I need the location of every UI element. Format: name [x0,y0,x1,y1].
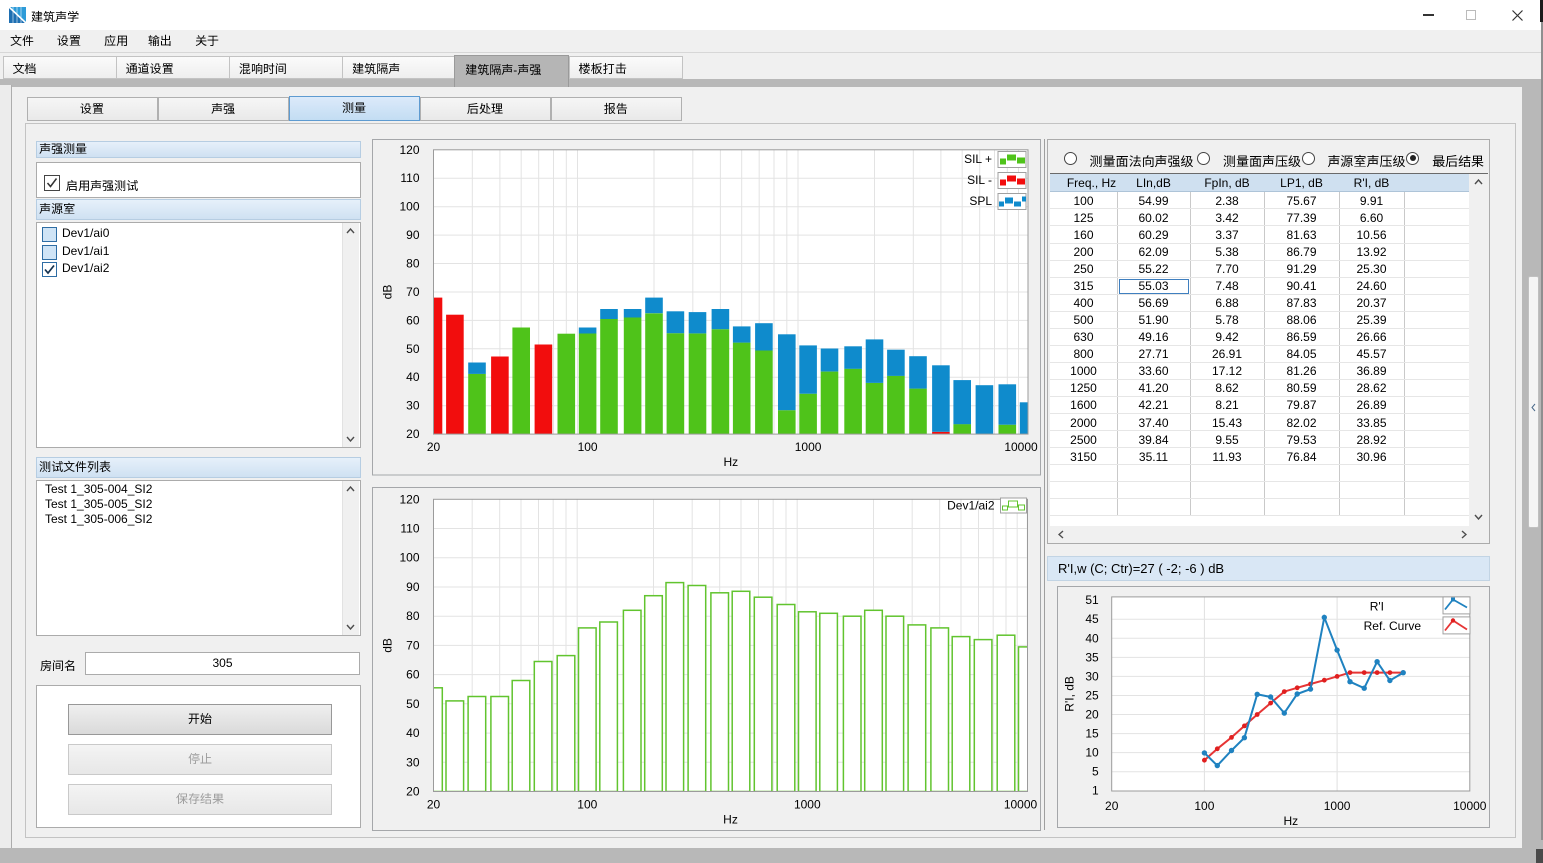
svg-text:5: 5 [1092,764,1099,778]
svg-text:10000: 10000 [1003,797,1037,811]
svg-text:35: 35 [1085,650,1099,664]
svg-text:60: 60 [406,667,420,681]
svg-text:120: 120 [399,143,419,157]
svg-text:20: 20 [426,797,440,811]
svg-text:80: 80 [406,609,420,623]
svg-text:70: 70 [406,285,420,299]
svg-text:60: 60 [406,313,420,327]
svg-text:15: 15 [1085,726,1099,740]
svg-text:80: 80 [406,257,420,271]
svg-text:100: 100 [399,200,419,214]
svg-text:1000: 1000 [1324,799,1351,813]
svg-text:110: 110 [400,171,419,185]
svg-text:dB: dB [380,638,394,653]
svg-text:20: 20 [1085,707,1099,721]
svg-text:120: 120 [399,492,419,506]
svg-text:45: 45 [1085,612,1099,626]
svg-text:50: 50 [406,696,420,710]
svg-text:Dev1/ai2: Dev1/ai2 [947,498,995,512]
svg-text:100: 100 [577,797,597,811]
svg-text:100: 100 [399,550,419,564]
svg-text:25: 25 [1085,688,1099,702]
svg-text:20: 20 [406,784,420,798]
svg-text:50: 50 [406,342,420,356]
svg-text:30: 30 [406,755,420,769]
svg-text:SIL +: SIL + [964,152,992,166]
svg-text:40: 40 [1085,631,1099,645]
svg-text:100: 100 [1194,799,1214,813]
svg-text:Hz: Hz [723,455,738,469]
svg-text:10000: 10000 [1004,440,1038,454]
svg-text:10: 10 [1085,745,1099,759]
svg-text:Ref. Curve: Ref. Curve [1364,619,1422,633]
svg-text:R'I, dB: R'I, dB [1063,676,1077,712]
svg-text:dB: dB [380,285,394,300]
svg-text:110: 110 [400,521,419,535]
svg-text:100: 100 [577,440,597,454]
svg-text:51: 51 [1085,593,1099,607]
svg-text:1000: 1000 [793,797,820,811]
svg-text:30: 30 [1085,669,1099,683]
svg-text:10000: 10000 [1453,799,1487,813]
svg-text:Hz: Hz [1283,814,1298,828]
svg-text:40: 40 [406,370,420,384]
svg-text:20: 20 [426,440,440,454]
svg-text:90: 90 [406,228,420,242]
svg-text:1000: 1000 [794,440,821,454]
svg-text:20: 20 [1105,799,1119,813]
svg-text:40: 40 [406,726,420,740]
svg-text:1: 1 [1092,783,1099,797]
svg-text:30: 30 [406,399,420,413]
svg-text:90: 90 [406,580,420,594]
svg-text:Hz: Hz [723,812,738,826]
svg-text:20: 20 [406,427,420,441]
svg-text:70: 70 [406,638,420,652]
svg-text:SIL -: SIL - [967,173,992,187]
svg-text:SPL: SPL [969,194,992,208]
svg-text:R'I: R'I [1370,599,1384,613]
